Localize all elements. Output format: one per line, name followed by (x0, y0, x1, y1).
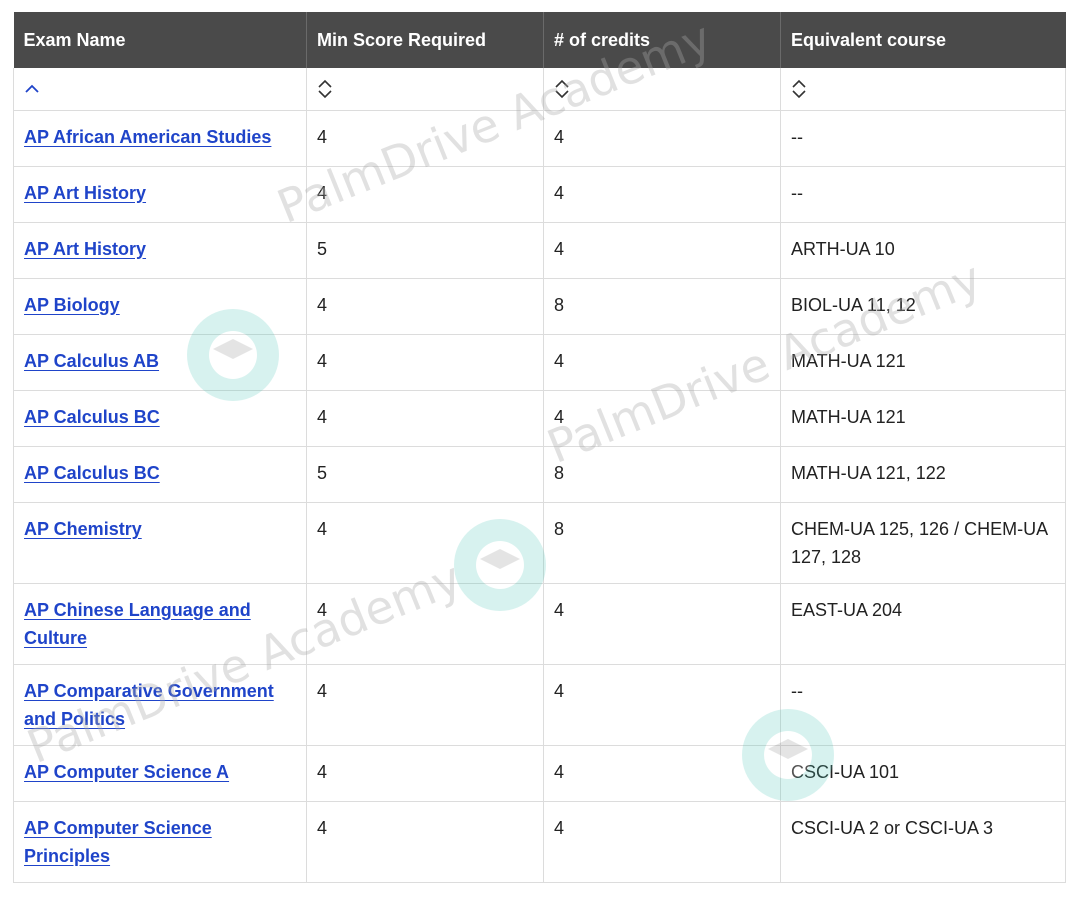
credits-cell: 4 (543, 334, 781, 391)
equivalent-course-cell: MATH-UA 121, 122 (780, 446, 1066, 503)
sort-ascending-icon[interactable] (24, 79, 40, 99)
table-row: AP Biology 4 8 BIOL-UA 11, 12 (13, 278, 1066, 335)
credits-cell: 4 (543, 390, 781, 447)
exam-name-cell: AP Comparative Government and Politics (13, 664, 307, 746)
exam-link[interactable]: AP African American Studies (24, 127, 271, 147)
exam-link[interactable]: AP Comparative Government and Politics (24, 681, 274, 729)
exam-link[interactable]: AP Art History (24, 239, 146, 259)
exam-name-cell: AP Calculus BC (13, 390, 307, 447)
header-exam-name[interactable]: Exam Name (13, 12, 307, 68)
table-header-row: Exam Name Min Score Required # of credit… (13, 12, 1066, 68)
credits-cell: 4 (543, 110, 781, 167)
credits-cell: 4 (543, 166, 781, 223)
equivalent-course-cell: BIOL-UA 11, 12 (780, 278, 1066, 335)
exam-name-cell: AP Chemistry (13, 502, 307, 584)
exam-name-cell: AP Art History (13, 166, 307, 223)
equivalent-course-cell: MATH-UA 121 (780, 334, 1066, 391)
table-row: AP Art History 4 4 -- (13, 166, 1066, 223)
exam-link[interactable]: AP Art History (24, 183, 146, 203)
exam-link[interactable]: AP Calculus BC (24, 463, 160, 483)
equivalent-course-cell: -- (780, 166, 1066, 223)
exam-link[interactable]: AP Calculus AB (24, 351, 159, 371)
table-row: AP Computer Science A 4 4 CSCI-UA 101 (13, 745, 1066, 802)
credits-cell: 4 (543, 583, 781, 665)
sort-cell-min-score (306, 68, 544, 111)
equivalent-course-cell: CHEM-UA 125, 126 / CHEM-UA 127, 128 (780, 502, 1066, 584)
min-score-cell: 4 (306, 745, 544, 802)
sort-controls-row (13, 68, 1066, 111)
credits-cell: 8 (543, 446, 781, 503)
exam-link[interactable]: AP Chinese Language and Culture (24, 600, 251, 648)
sort-both-icon[interactable] (554, 79, 570, 99)
exam-link[interactable]: AP Chemistry (24, 519, 142, 539)
credits-cell: 4 (543, 745, 781, 802)
table-row: AP Calculus BC 5 8 MATH-UA 121, 122 (13, 446, 1066, 503)
exam-credit-table: Exam Name Min Score Required # of credit… (13, 12, 1066, 883)
equivalent-course-cell: -- (780, 664, 1066, 746)
table-row: AP Computer Science Principles 4 4 CSCI-… (13, 801, 1066, 883)
credits-cell: 8 (543, 502, 781, 584)
min-score-cell: 4 (306, 334, 544, 391)
exam-table-container: Exam Name Min Score Required # of credit… (13, 12, 1066, 883)
min-score-cell: 4 (306, 278, 544, 335)
exam-link[interactable]: AP Calculus BC (24, 407, 160, 427)
min-score-cell: 4 (306, 166, 544, 223)
equivalent-course-cell: MATH-UA 121 (780, 390, 1066, 447)
exam-name-cell: AP Computer Science Principles (13, 801, 307, 883)
credits-cell: 4 (543, 664, 781, 746)
equivalent-course-cell: EAST-UA 204 (780, 583, 1066, 665)
exam-name-cell: AP Chinese Language and Culture (13, 583, 307, 665)
exam-name-cell: AP African American Studies (13, 110, 307, 167)
table-row: AP Chinese Language and Culture 4 4 EAST… (13, 583, 1066, 665)
table-row: AP Art History 5 4 ARTH-UA 10 (13, 222, 1066, 279)
exam-link[interactable]: AP Computer Science A (24, 762, 229, 782)
exam-link[interactable]: AP Computer Science Principles (24, 818, 212, 866)
sort-cell-credits (543, 68, 781, 111)
table-row: AP Chemistry 4 8 CHEM-UA 125, 126 / CHEM… (13, 502, 1066, 584)
min-score-cell: 4 (306, 801, 544, 883)
min-score-cell: 5 (306, 222, 544, 279)
header-equivalent-course[interactable]: Equivalent course (780, 12, 1066, 68)
min-score-cell: 4 (306, 664, 544, 746)
exam-link[interactable]: AP Biology (24, 295, 120, 315)
header-min-score[interactable]: Min Score Required (306, 12, 544, 68)
equivalent-course-cell: CSCI-UA 101 (780, 745, 1066, 802)
equivalent-course-cell: ARTH-UA 10 (780, 222, 1066, 279)
min-score-cell: 4 (306, 390, 544, 447)
exam-name-cell: AP Computer Science A (13, 745, 307, 802)
equivalent-course-cell: CSCI-UA 2 or CSCI-UA 3 (780, 801, 1066, 883)
table-row: AP Calculus BC 4 4 MATH-UA 121 (13, 390, 1066, 447)
min-score-cell: 4 (306, 110, 544, 167)
table-row: AP Calculus AB 4 4 MATH-UA 121 (13, 334, 1066, 391)
header-credits[interactable]: # of credits (543, 12, 781, 68)
table-row: AP African American Studies 4 4 -- (13, 110, 1066, 167)
exam-name-cell: AP Calculus BC (13, 446, 307, 503)
credits-cell: 8 (543, 278, 781, 335)
table-row: AP Comparative Government and Politics 4… (13, 664, 1066, 746)
min-score-cell: 4 (306, 502, 544, 584)
min-score-cell: 5 (306, 446, 544, 503)
exam-name-cell: AP Art History (13, 222, 307, 279)
min-score-cell: 4 (306, 583, 544, 665)
exam-name-cell: AP Biology (13, 278, 307, 335)
sort-both-icon[interactable] (791, 79, 807, 99)
sort-both-icon[interactable] (317, 79, 333, 99)
credits-cell: 4 (543, 801, 781, 883)
exam-name-cell: AP Calculus AB (13, 334, 307, 391)
sort-cell-equivalent (780, 68, 1066, 111)
equivalent-course-cell: -- (780, 110, 1066, 167)
credits-cell: 4 (543, 222, 781, 279)
sort-cell-exam-name (13, 68, 307, 111)
